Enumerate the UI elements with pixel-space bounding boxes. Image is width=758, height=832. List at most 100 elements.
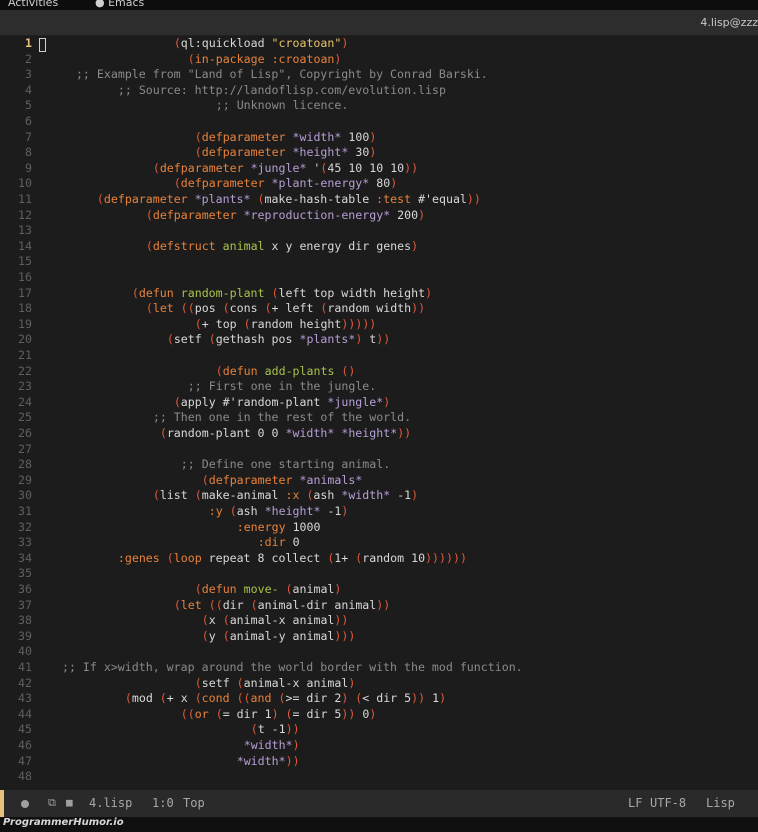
code-token: :y <box>208 504 223 518</box>
code-token: ( <box>201 628 209 643</box>
code-token: ( <box>145 301 153 316</box>
code-token: :croatoan <box>271 51 335 66</box>
code-line[interactable]: (y (animal-y animal))) <box>202 629 758 645</box>
code-token: + top <box>201 316 244 331</box>
code-token: 1000 <box>285 519 321 534</box>
code-line[interactable]: (defparameter *animals* <box>202 473 758 489</box>
code-line[interactable]: (setf (gethash pos *plants*) t)) <box>167 332 758 348</box>
code-line[interactable] <box>48 254 758 270</box>
code-line[interactable]: (defparameter *height* 30) <box>195 145 758 161</box>
code-line[interactable] <box>48 348 758 364</box>
line-number: 46 <box>18 738 32 752</box>
line-number: 45 <box>18 722 32 737</box>
code-line[interactable] <box>48 442 758 458</box>
code-token: ) <box>271 706 279 721</box>
major-mode: Lisp <box>706 796 735 810</box>
code-token: + left <box>271 301 321 316</box>
code-line[interactable]: (+ top (random height))))) <box>195 317 758 333</box>
save-icon[interactable]: ■ <box>66 796 73 809</box>
code-line[interactable]: :energy 1000 <box>237 520 758 536</box>
code-line[interactable]: (defparameter *reproduction-energy* 200) <box>146 208 758 224</box>
code-line[interactable]: ;; Define one starting animal. <box>181 457 758 473</box>
code-token: ash <box>236 504 265 518</box>
code-line[interactable]: :dir 0 <box>258 535 758 551</box>
code-line[interactable]: (defparameter *jungle* '(45 10 10 10)) <box>153 161 758 177</box>
code-line[interactable] <box>48 223 758 239</box>
code-token: ( <box>166 332 174 347</box>
code-token: pos <box>194 301 223 316</box>
code-token: defparameter <box>208 472 293 487</box>
code-line[interactable]: (defun move- (animal) <box>195 582 758 598</box>
code-token: let <box>180 597 202 612</box>
code-line[interactable] <box>48 566 758 582</box>
code-token: *reproduction-energy* <box>243 207 391 222</box>
code-line[interactable]: (let ((dir (animal-dir animal)) <box>174 598 758 614</box>
code-token: 200 <box>390 207 419 222</box>
code-line[interactable]: ;; If x>width, wrap around the world bor… <box>62 660 758 676</box>
code-line[interactable]: (list (make-animal :x (ash *width* -1) <box>153 488 758 504</box>
code-token: *height* <box>341 426 398 440</box>
code-line[interactable] <box>48 114 758 130</box>
line-number: 16 <box>18 270 32 284</box>
code-line[interactable]: *width*)) <box>237 754 758 770</box>
code-token: ( <box>166 550 174 565</box>
code-editor[interactable]: 1 2 3 4 5 6 7 8 9 10 11 12 13 14 15 16 17 18 19 20 21 22 23 24 2… <box>0 36 758 790</box>
code-token: *plants* <box>194 192 251 206</box>
line-number: 22 <box>18 363 32 378</box>
line-number: 18 <box>18 301 32 316</box>
code-token: ( <box>194 145 202 160</box>
line-number: 23 <box>18 379 32 394</box>
code-line[interactable]: (mod (+ x (cond ((and (>= dir 2) (< dir … <box>125 691 758 707</box>
copy-icon[interactable]: ⧉ <box>48 796 56 810</box>
line-number: 5 <box>25 98 32 113</box>
code-line[interactable]: ;; Example from "Land of Lisp", Copyrigh… <box>76 67 758 83</box>
code-line[interactable]: ;; First one in the jungle. <box>188 379 758 395</box>
code-token: defparameter <box>201 129 286 144</box>
menu-activities[interactable]: Activities <box>8 0 58 9</box>
code-line[interactable]: (setf (animal-x animal) <box>195 676 758 692</box>
code-line[interactable]: ;; Then one in the rest of the world. <box>153 410 758 426</box>
code-line[interactable]: :y (ash *height* -1) <box>209 504 758 520</box>
code-line[interactable]: ;; Unknown licence. <box>216 98 758 114</box>
code-token: make-animal <box>201 488 286 503</box>
code-token: random width <box>327 301 412 316</box>
code-line[interactable] <box>48 270 758 286</box>
code-line[interactable]: (in-package :croatoan) <box>188 52 758 68</box>
line-number: 36 <box>18 582 32 596</box>
code-token: :genes <box>117 550 160 565</box>
code-line[interactable]: ;; Source: http://landoflisp.com/evoluti… <box>118 83 758 99</box>
code-line[interactable] <box>48 769 758 785</box>
code-line[interactable]: (let ((pos (cons (+ left (random width)) <box>146 301 758 317</box>
code-line[interactable]: (x (animal-x animal)) <box>202 613 758 629</box>
code-token: apply #'random-plant <box>180 394 328 409</box>
code-token: *jungle* <box>327 394 384 409</box>
code-token: )) <box>376 597 391 612</box>
code-token: )) <box>397 426 412 440</box>
line-number: 9 <box>25 160 32 175</box>
code-line[interactable]: ((or (= dir 1) (= dir 5)) 0) <box>181 707 758 723</box>
code-token: defparameter <box>152 207 237 222</box>
code-line[interactable]: (defun add-plants () <box>216 364 758 380</box>
menu-emacs[interactable]: ● Emacs <box>95 0 144 9</box>
code-line[interactable]: (defparameter *width* 100) <box>195 130 758 146</box>
code-token: >= dir 2 <box>285 691 342 706</box>
code-token: random height <box>250 316 342 331</box>
code-line[interactable]: :genes (loop repeat 8 collect (1+ (rando… <box>118 551 758 567</box>
code-token: ( <box>194 129 202 144</box>
code-line[interactable]: (apply #'random-plant *jungle*) <box>174 395 758 411</box>
code-line[interactable]: (defstruct animal x y energy dir genes) <box>146 239 758 255</box>
code-line[interactable]: (defparameter *plant-energy* 80) <box>174 176 758 192</box>
code-token: :test <box>376 192 412 206</box>
code-token: let <box>152 301 174 316</box>
code-line[interactable]: *width*) <box>244 738 758 754</box>
code-line[interactable]: (ql:quickload "croatoan") <box>174 36 758 52</box>
code-line[interactable] <box>48 644 758 660</box>
code-line[interactable]: (defparameter *plants* (make-hash-table … <box>97 192 758 208</box>
code-line[interactable]: (defun random-plant (left top width heig… <box>132 286 758 302</box>
code-line[interactable]: (t -1)) <box>251 722 758 738</box>
code-line[interactable]: (random-plant 0 0 *width* *height*)) <box>160 426 758 442</box>
